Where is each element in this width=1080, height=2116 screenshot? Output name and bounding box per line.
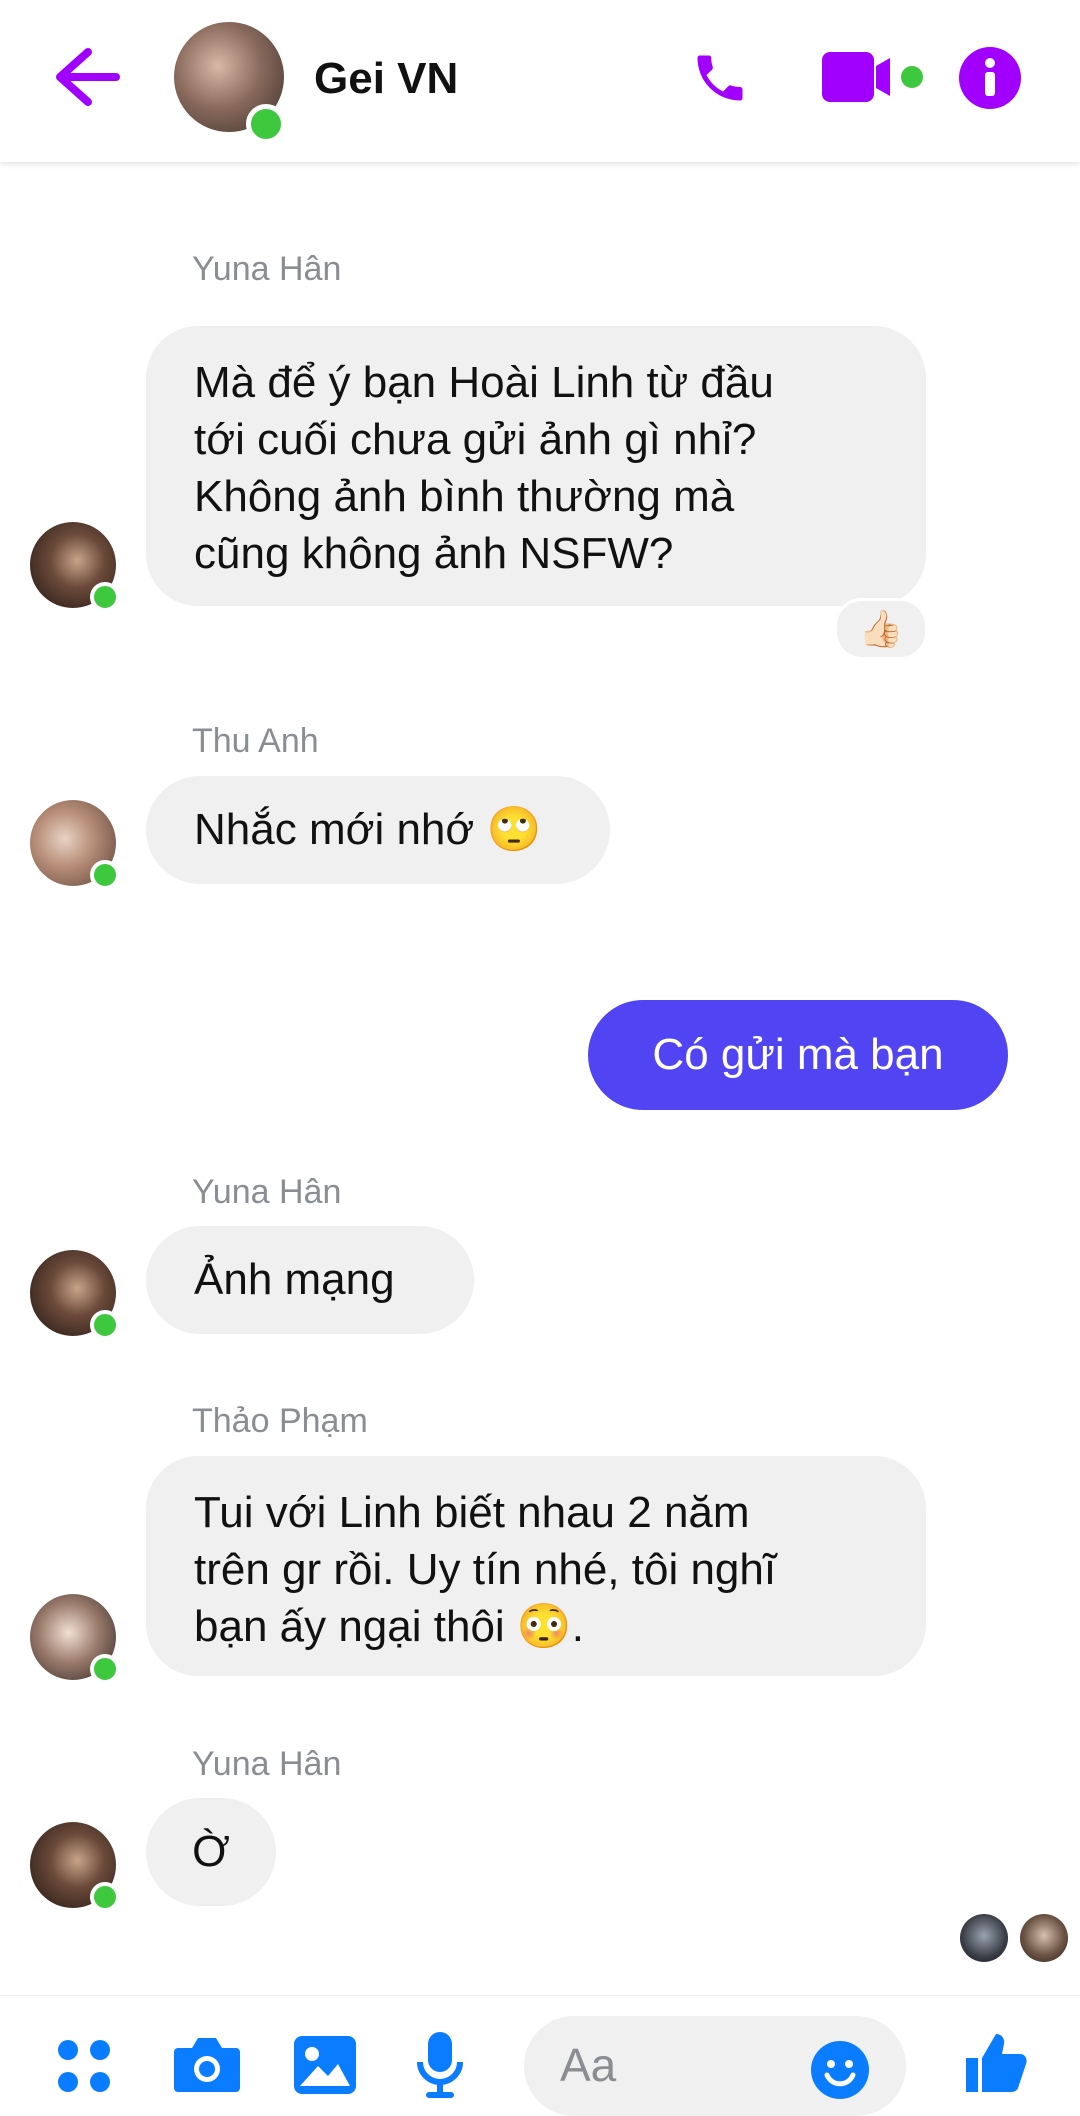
sender-name: Thảo Phạm [192,1402,368,1440]
message-bubble[interactable]: Nhắc mới nhớ 🙄 [146,776,610,884]
online-indicator [90,1654,120,1684]
message-line: Có gửi mà bạn [652,1030,944,1079]
info-icon[interactable] [958,46,1022,110]
message-line: bạn ấy ngại thôi 😳. [194,1602,584,1651]
microphone-icon[interactable] [414,2030,466,2100]
message-bubble[interactable]: Ảnh mạng [146,1226,474,1334]
online-indicator [90,1882,120,1912]
apps-grid-icon[interactable] [56,2038,112,2094]
conversation-title[interactable]: Gei VN [314,54,458,104]
message-line: tới cuối chưa gửi ảnh gì nhỉ? [194,415,757,464]
message-input[interactable]: Aa [524,2016,906,2116]
phone-icon[interactable] [690,48,750,108]
message-bubble[interactable]: Mà để ý bạn Hoài Linh từ đầu tới cuối ch… [146,326,926,606]
online-indicator [246,104,286,144]
message-line: Ảnh mạng [194,1255,395,1304]
message-line: Mà để ý bạn Hoài Linh từ đầu [194,358,774,407]
online-indicator [90,1310,120,1340]
sender-name: Yuna Hân [192,1173,342,1211]
message-bubble[interactable]: Ờ [146,1798,276,1906]
message-input-placeholder: Aa [560,2039,617,2091]
sender-name: Yuna Hân [192,250,342,288]
read-receipt-avatar [1020,1914,1068,1962]
outgoing-message-bubble[interactable]: Có gửi mà bạn [588,1000,1008,1110]
reaction-badge[interactable]: 👍🏻 [834,598,928,660]
online-indicator [90,860,120,890]
message-line: trên gr rồi. Uy tín nhé, tôi nghĩ [194,1545,777,1594]
back-arrow-icon[interactable] [52,46,122,108]
thumbs-up-icon[interactable] [962,2030,1028,2096]
sender-name: Yuna Hân [192,1745,342,1783]
camera-icon[interactable] [172,2034,242,2094]
read-receipt-avatar [960,1914,1008,1962]
sender-name: Thu Anh [192,722,319,760]
message-line: Ờ [192,1827,230,1876]
message-bubble[interactable]: Tui với Linh biết nhau 2 năm trên gr rồi… [146,1456,926,1676]
video-camera-icon[interactable] [822,52,932,102]
online-indicator [90,582,120,612]
message-line: cũng không ảnh NSFW? [194,529,674,578]
message-line: Tui với Linh biết nhau 2 năm [194,1488,750,1537]
composer-bar: Aa [0,1995,1080,2116]
message-line: Nhắc mới nhớ 🙄 [194,805,542,854]
message-line: Không ảnh bình thường mà [194,472,735,521]
emoji-icon[interactable] [810,2040,870,2100]
image-icon[interactable] [292,2034,358,2096]
chat-header: Gei VN [0,0,1080,162]
